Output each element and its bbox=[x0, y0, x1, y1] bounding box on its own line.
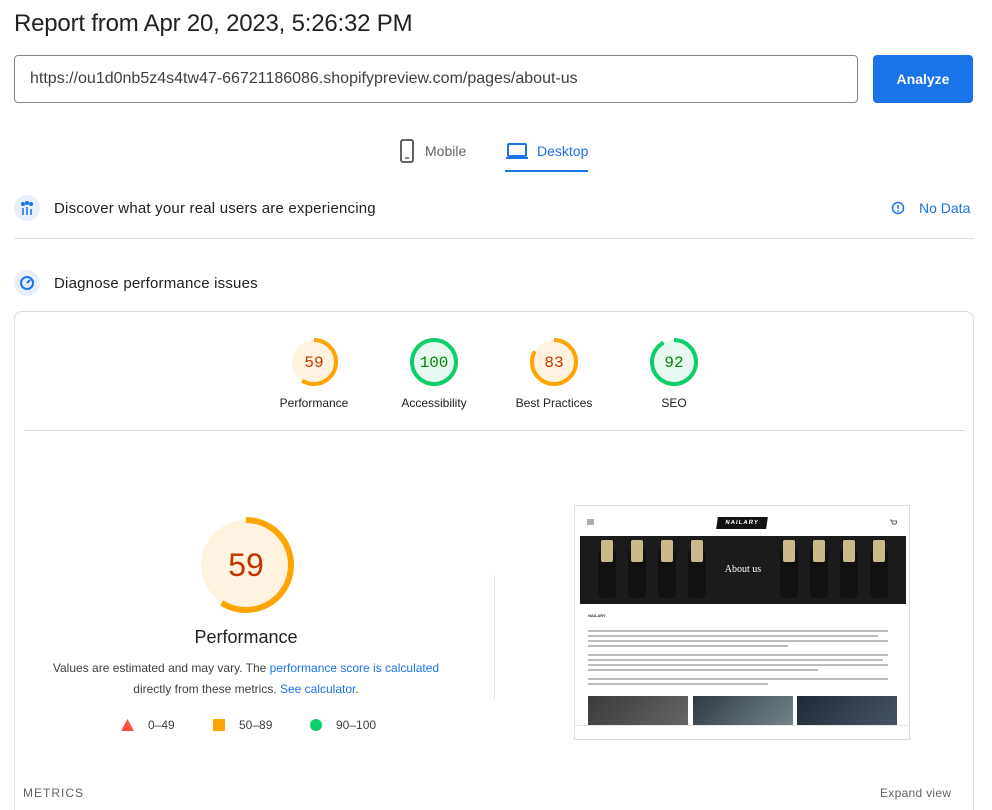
gauge-seo[interactable]: 92 SEO bbox=[614, 336, 734, 410]
device-tabs: Mobile Desktop bbox=[0, 130, 992, 172]
url-input[interactable] bbox=[14, 55, 858, 103]
screenshot-hero-text: About us bbox=[724, 564, 762, 575]
menu-icon bbox=[587, 519, 594, 525]
performance-description: Values are estimated and may vary. The p… bbox=[40, 658, 452, 700]
gauge-ring: 92 bbox=[650, 338, 698, 386]
performance-title: Performance bbox=[194, 627, 298, 647]
circle-icon bbox=[310, 719, 322, 731]
gauge-score: 100 bbox=[420, 354, 449, 372]
gauge-score: 59 bbox=[304, 354, 323, 372]
vertical-divider bbox=[494, 575, 495, 699]
gauge-label: Accessibility bbox=[401, 396, 467, 410]
screenshot-footer bbox=[575, 725, 909, 739]
gauge-label: Best Practices bbox=[515, 396, 593, 410]
legend-range: 90–100 bbox=[336, 718, 377, 732]
gauge-ring: 59 bbox=[290, 338, 338, 386]
info-icon bbox=[891, 201, 905, 215]
gauge-label: Performance bbox=[279, 396, 349, 410]
crux-title: Discover what your real users are experi… bbox=[54, 199, 376, 217]
crux-section-header: Discover what your real users are experi… bbox=[14, 195, 376, 221]
tab-mobile-label: Mobile bbox=[425, 143, 467, 159]
no-data-label: No Data bbox=[919, 200, 971, 216]
legend-range: 50–89 bbox=[239, 718, 273, 732]
desc-text: directly from these metrics. bbox=[133, 682, 280, 696]
legend-pass: 90–100 bbox=[310, 718, 376, 732]
diagnose-title: Diagnose performance issues bbox=[54, 274, 258, 292]
square-icon bbox=[213, 719, 225, 731]
speedometer-icon bbox=[14, 270, 40, 296]
analyze-button[interactable]: Analyze bbox=[873, 55, 973, 103]
gauge-ring: 100 bbox=[410, 338, 458, 386]
tab-desktop-label: Desktop bbox=[537, 143, 589, 159]
triangle-icon bbox=[121, 719, 134, 731]
desc-text: Values are estimated and may vary. The bbox=[52, 661, 270, 675]
screenshot-heading: NAILARY bbox=[588, 613, 606, 618]
users-chart-icon bbox=[14, 195, 40, 221]
page-screenshot: NAILARY About us NAILARY bbox=[574, 505, 910, 740]
performance-gauge-large: 59 bbox=[198, 517, 294, 613]
screenshot-hero: About us bbox=[580, 536, 906, 604]
legend-range: 0–49 bbox=[148, 718, 175, 732]
gauge-label: SEO bbox=[661, 396, 687, 410]
screenshot-logo: NAILARY bbox=[716, 517, 768, 529]
expand-view-toggle[interactable]: Expand view bbox=[880, 786, 951, 800]
score-calculated-link[interactable]: performance score is calculated bbox=[270, 661, 439, 675]
performance-score-large: 59 bbox=[228, 547, 264, 583]
see-calculator-link[interactable]: See calculator bbox=[280, 682, 355, 696]
gauge-best-practices[interactable]: 83 Best Practices bbox=[494, 336, 614, 410]
legend-average: 50–89 bbox=[213, 718, 272, 732]
no-data-indicator: No Data bbox=[891, 200, 970, 216]
laptop-icon bbox=[506, 143, 528, 159]
report-title: Report from Apr 20, 2023, 5:26:32 PM bbox=[14, 10, 413, 37]
gauge-ring: 83 bbox=[530, 338, 578, 386]
card-divider bbox=[24, 430, 965, 431]
gauge-accessibility[interactable]: 100 Accessibility bbox=[374, 336, 494, 410]
gauge-score: 83 bbox=[544, 354, 563, 372]
desc-text: . bbox=[355, 682, 359, 696]
phone-icon bbox=[400, 139, 414, 163]
tab-desktop[interactable]: Desktop bbox=[505, 130, 589, 172]
tab-mobile[interactable]: Mobile bbox=[397, 130, 466, 172]
metrics-label: METRICS bbox=[23, 786, 84, 800]
gauge-performance[interactable]: 59 Performance bbox=[254, 336, 374, 410]
gauge-score: 92 bbox=[664, 354, 683, 372]
section-divider bbox=[14, 238, 974, 239]
legend-fail: 0–49 bbox=[121, 718, 175, 732]
cart-icon bbox=[890, 519, 897, 525]
diagnose-section-header: Diagnose performance issues bbox=[14, 270, 258, 296]
